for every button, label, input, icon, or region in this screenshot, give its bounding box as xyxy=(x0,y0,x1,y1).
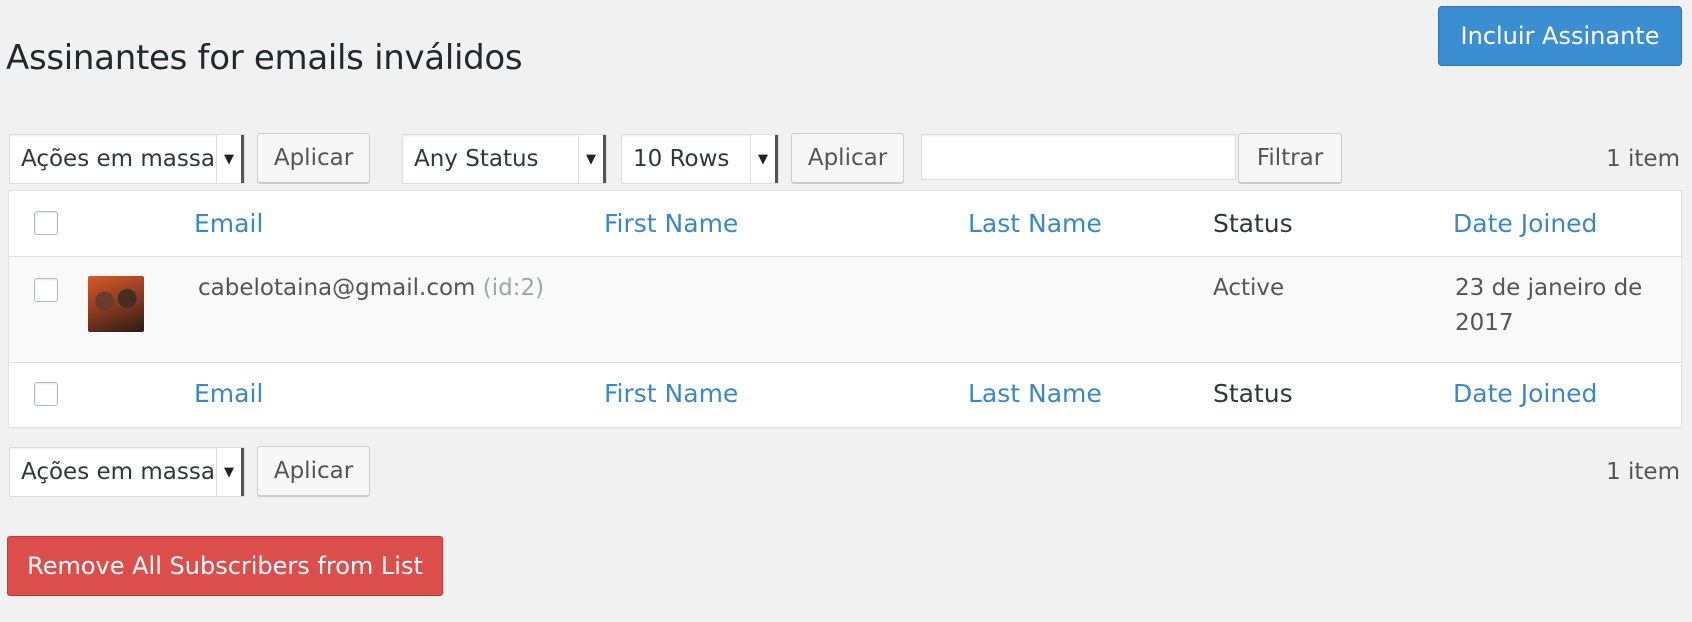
search-input[interactable] xyxy=(921,134,1236,180)
remove-all-subscribers-button[interactable]: Remove All Subscribers from List xyxy=(7,536,443,596)
apply-bulk-button-top[interactable]: Aplicar xyxy=(257,133,370,183)
subscriber-id: (id:2) xyxy=(482,275,545,301)
apply-bulk-button-bottom[interactable]: Aplicar xyxy=(257,446,370,496)
dropdown-arrow-icon: ▼ xyxy=(216,448,244,496)
column-first-name[interactable]: First Name xyxy=(604,209,738,238)
dropdown-arrow-icon: ▼ xyxy=(216,135,244,183)
dropdown-arrow-icon: ▼ xyxy=(578,135,606,183)
row-checkbox[interactable] xyxy=(34,278,58,302)
item-count-bottom: 1 item xyxy=(1606,459,1680,485)
bulk-actions-select-top[interactable]: Ações em massa ▼ xyxy=(9,134,245,184)
bulk-actions-label-bottom: Ações em massa xyxy=(21,459,215,485)
column-first-name-footer[interactable]: First Name xyxy=(604,379,738,408)
date-joined-line1: 23 de janeiro de xyxy=(1455,275,1643,301)
column-date-joined[interactable]: Date Joined xyxy=(1453,209,1597,238)
column-email[interactable]: Email xyxy=(194,209,263,238)
select-all-checkbox-bottom[interactable] xyxy=(34,382,58,406)
column-last-name-footer[interactable]: Last Name xyxy=(968,379,1102,408)
email-cell: cabelotaina@gmail.com (id:2) xyxy=(198,271,544,306)
subscribers-table: Email First Name Last Name Status Date J… xyxy=(8,190,1682,428)
page-title: Assinantes for emails inválidos xyxy=(6,38,523,78)
bulk-actions-label: Ações em massa xyxy=(21,146,215,172)
add-subscriber-button[interactable]: Incluir Assinante xyxy=(1438,6,1682,66)
email-value[interactable]: cabelotaina@gmail.com xyxy=(198,275,475,301)
column-status: Status xyxy=(1213,209,1293,238)
table-footer-row: Email First Name Last Name Status Date J… xyxy=(9,363,1681,429)
rows-per-page-select[interactable]: 10 Rows ▼ xyxy=(621,134,779,184)
date-joined-line2: 2017 xyxy=(1455,310,1514,336)
dropdown-arrow-icon: ▼ xyxy=(750,135,778,183)
status-cell: Active xyxy=(1213,275,1285,301)
column-email-footer[interactable]: Email xyxy=(194,379,263,408)
status-filter-select[interactable]: Any Status ▼ xyxy=(402,134,607,184)
apply-filter-button[interactable]: Aplicar xyxy=(791,133,904,183)
date-joined-cell: 23 de janeiro de 2017 xyxy=(1455,271,1642,341)
status-filter-label: Any Status xyxy=(414,146,539,172)
table-row: cabelotaina@gmail.com (id:2) Active 23 d… xyxy=(9,257,1681,363)
column-date-joined-footer[interactable]: Date Joined xyxy=(1453,379,1597,408)
select-all-checkbox-top[interactable] xyxy=(34,211,58,235)
avatar xyxy=(88,276,144,332)
item-count-top: 1 item xyxy=(1606,146,1680,172)
column-status-footer: Status xyxy=(1213,379,1293,408)
filter-button[interactable]: Filtrar xyxy=(1238,133,1342,183)
table-header-row: Email First Name Last Name Status Date J… xyxy=(9,191,1681,257)
bulk-actions-select-bottom[interactable]: Ações em massa ▼ xyxy=(9,447,245,497)
column-last-name[interactable]: Last Name xyxy=(968,209,1102,238)
rows-per-page-label: 10 Rows xyxy=(633,146,730,172)
